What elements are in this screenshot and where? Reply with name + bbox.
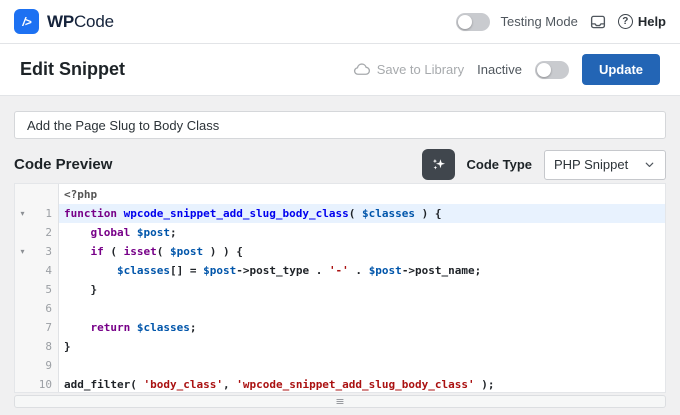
editor-resize-handle[interactable]: ≡ — [14, 395, 666, 408]
code-line[interactable]: <?php — [15, 185, 665, 204]
gutter-cell: ▾ 1 — [15, 204, 59, 223]
code-text[interactable]: <?php — [59, 185, 665, 204]
gutter-cell: 9 — [15, 356, 59, 375]
cloud-icon — [352, 60, 371, 79]
line-number: 8 — [45, 340, 52, 353]
notifications-tray-icon[interactable] — [589, 13, 607, 31]
code-line[interactable]: 6 — [15, 299, 665, 318]
code-type-controls: Code Type PHP Snippet — [421, 149, 666, 180]
testing-mode-toggle[interactable] — [455, 12, 490, 31]
snippet-title-input[interactable] — [14, 111, 666, 139]
gutter-cell: 6 — [15, 299, 59, 318]
code-lines: <?php ▾ 1 function wpcode_snippet_add_slug_… — [15, 184, 665, 392]
code-line[interactable]: 2 global $post; — [15, 223, 665, 242]
sparkles-icon — [430, 156, 447, 173]
testing-mode-label: Testing Mode — [500, 14, 578, 29]
code-line[interactable]: 7 return $classes; — [15, 318, 665, 337]
code-preview-title: Code Preview — [14, 156, 113, 173]
ai-generate-button[interactable] — [421, 149, 455, 180]
gutter-cell: 10 — [15, 375, 59, 392]
line-number: 4 — [45, 264, 52, 277]
code-text[interactable]: if ( isset( $post ) ) { — [59, 242, 665, 261]
code-line[interactable]: 4 $classes[] = $post->post_type . '-' . … — [15, 261, 665, 280]
code-type-value: PHP Snippet — [554, 157, 629, 172]
snippet-actions: Save to Library Inactive Update — [352, 54, 660, 85]
logo-glyph: /> — [22, 14, 31, 29]
edit-snippet-bar: Edit Snippet Save to Library Inactive Up… — [0, 44, 680, 96]
toggle-knob — [457, 14, 472, 29]
line-number: 1 — [45, 207, 52, 220]
resize-grip-icon: ≡ — [335, 394, 345, 408]
gutter-cell: 7 — [15, 318, 59, 337]
code-line[interactable]: 5 } — [15, 280, 665, 299]
code-text[interactable]: return $classes; — [59, 318, 665, 337]
line-number: 3 — [45, 245, 52, 258]
main-content: Code Preview Code Type PHP Snippet — [0, 96, 680, 408]
code-text[interactable] — [59, 299, 665, 318]
wpcode-logo-text: WPCode — [47, 11, 114, 31]
header-actions: Testing Mode ? Help — [455, 12, 666, 31]
gutter-cell — [15, 185, 59, 204]
help-label: Help — [637, 14, 666, 29]
code-text[interactable]: } — [59, 280, 665, 299]
code-type-select[interactable]: PHP Snippet — [544, 149, 666, 180]
code-line[interactable]: 8} — [15, 337, 665, 356]
question-mark-icon: ? — [617, 14, 633, 29]
update-button[interactable]: Update — [581, 54, 660, 85]
line-number: 5 — [45, 283, 52, 296]
gutter-cell: 4 — [15, 261, 59, 280]
save-to-library-label: Save to Library — [376, 62, 465, 77]
fold-icon[interactable]: ▾ — [15, 242, 30, 261]
code-line[interactable]: 10 add_filter( 'body_class', 'wpcode_snip… — [15, 375, 665, 392]
line-number: 10 — [38, 378, 52, 391]
snippet-status-label: Inactive — [477, 62, 522, 77]
fold-icon[interactable]: ▾ — [15, 204, 30, 223]
code-editor[interactable]: <?php ▾ 1 function wpcode_snippet_add_slug_… — [14, 183, 666, 393]
line-number: 6 — [45, 302, 52, 315]
gutter-cell: ▾ 3 — [15, 242, 59, 261]
chevron-down-icon — [643, 158, 656, 171]
code-text[interactable]: } — [59, 337, 665, 356]
code-line[interactable]: ▾ 3 if ( isset( $post ) ) { — [15, 242, 665, 261]
line-number: 9 — [45, 359, 52, 372]
code-line[interactable]: 9 — [15, 356, 665, 375]
toggle-knob — [536, 62, 551, 77]
gutter-cell: 5 — [15, 280, 59, 299]
line-number: 2 — [45, 226, 52, 239]
code-text[interactable] — [59, 356, 665, 375]
snippet-active-toggle[interactable] — [534, 60, 569, 79]
gutter-cell: 8 — [15, 337, 59, 356]
code-type-label: Code Type — [466, 157, 533, 172]
wpcode-logo-icon: /> — [14, 9, 39, 34]
top-header: /> WPCode Testing Mode ? Help — [0, 0, 680, 44]
help-link[interactable]: ? Help — [617, 14, 666, 29]
page-title: Edit Snippet — [20, 59, 125, 79]
wpcode-logo[interactable]: /> WPCode — [14, 9, 114, 34]
save-to-library-button[interactable]: Save to Library — [352, 60, 464, 79]
code-text[interactable]: $classes[] = $post->post_type . '-' . $p… — [59, 261, 665, 280]
code-preview-header: Code Preview Code Type PHP Snippet — [14, 149, 666, 180]
gutter-cell: 2 — [15, 223, 59, 242]
code-text[interactable]: function wpcode_snippet_add_slug_body_cl… — [59, 204, 665, 223]
code-text[interactable]: global $post; — [59, 223, 665, 242]
code-text[interactable]: add_filter( 'body_class', 'wpcode_snippe… — [59, 375, 665, 392]
line-number: 7 — [45, 321, 52, 334]
code-line[interactable]: ▾ 1 function wpcode_snippet_add_slug_body_… — [15, 204, 665, 223]
